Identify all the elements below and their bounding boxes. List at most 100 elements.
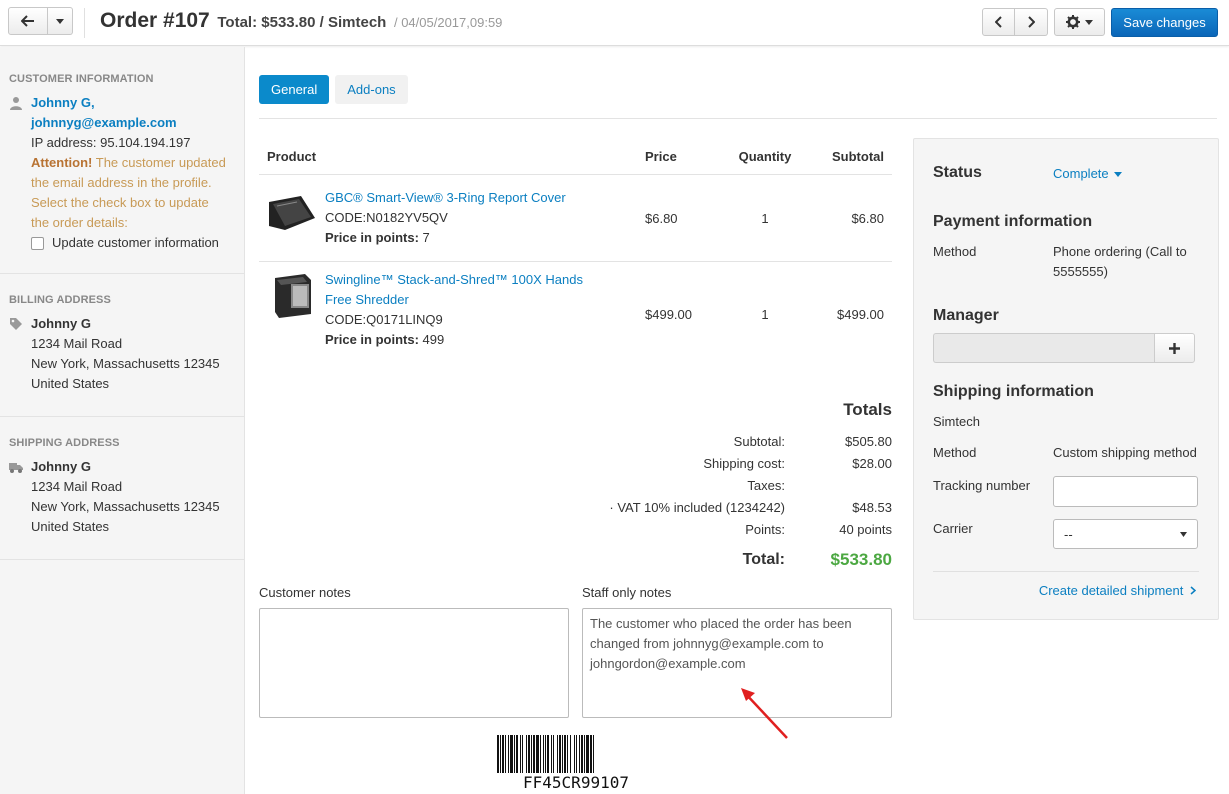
tab-divider: [259, 118, 1217, 119]
shipping-info-heading: Shipping information: [933, 383, 1094, 400]
tag-icon: [10, 318, 22, 330]
chevron-right-icon: [1190, 586, 1197, 595]
shipping-company: Simtech: [933, 414, 980, 429]
caret-down-icon: [1180, 531, 1187, 537]
points-label: Price in points:: [325, 230, 419, 245]
section-heading: Shipping address: [9, 437, 120, 449]
billing-name: Johnny G: [31, 316, 91, 331]
table-header: Product Price Quantity Subtotal: [259, 138, 892, 175]
table-row: Swingline™ Stack-and-Shred™ 100X Hands F…: [259, 262, 892, 368]
section-heading: Customer information: [9, 73, 154, 85]
customer-notes-label: Customer notes: [259, 585, 351, 600]
carrier-label: Carrier: [933, 521, 973, 536]
vat-value: $48.53: [852, 499, 892, 515]
add-manager-button[interactable]: [1154, 333, 1195, 363]
product-points: 499: [422, 332, 445, 347]
payment-method-value: Phone ordering (Call to 5555555): [1053, 244, 1187, 279]
back-dropdown-button[interactable]: [48, 7, 73, 35]
caret-down-icon: [1114, 172, 1123, 178]
back-button-group: [8, 7, 73, 35]
product-name-link-cont[interactable]: Free Shredder: [325, 292, 409, 307]
header-divider: [84, 8, 85, 38]
save-changes-button[interactable]: Save changes: [1111, 8, 1218, 37]
totals-row: Points: 40 points: [580, 518, 892, 540]
tab-add-ons[interactable]: Add-ons: [335, 75, 408, 104]
tracking-number-input[interactable]: [1053, 476, 1198, 507]
product-code: CODE:Q0171LINQ9: [325, 312, 443, 327]
totals-row: Taxes:: [580, 474, 892, 496]
settings-dropdown-button[interactable]: [1054, 8, 1105, 36]
manager-input[interactable]: [933, 333, 1154, 363]
customer-email-link[interactable]: johnnyg@example.com: [31, 115, 177, 130]
shipping-method-value: Custom shipping method: [1053, 445, 1197, 460]
product-image-shredder[interactable]: [267, 270, 317, 320]
tracking-number-label: Tracking number: [933, 478, 1031, 493]
subtotal-label: Subtotal:: [733, 433, 785, 449]
table-row: GBC® Smart-View® 3-Ring Report Cover COD…: [259, 175, 892, 262]
shipping-method-label: Method: [933, 445, 977, 460]
update-customer-label[interactable]: Update customer information: [52, 233, 219, 253]
plus-icon: [1169, 342, 1180, 354]
staff-notes-label: Staff only notes: [582, 585, 672, 600]
ip-address: IP address: 95.104.194.197: [31, 135, 191, 150]
order-details-panel: Status Complete Payment information Meth…: [913, 138, 1219, 620]
carrier-select[interactable]: --: [1053, 519, 1198, 549]
totals-row: · VAT 10% included (1234242) $48.53: [580, 496, 892, 518]
customer-information-section: Customer information Johnny G, johnnyg@e…: [0, 47, 244, 274]
product-code: CODE:N0182YV5QV: [325, 210, 448, 225]
taxes-label: Taxes:: [747, 477, 785, 493]
tab-bar: General Add-ons: [259, 75, 408, 104]
payment-method-label: Method: [933, 244, 977, 259]
back-button[interactable]: [8, 7, 48, 35]
column-header-product: Product: [267, 148, 317, 164]
shipping-country: United States: [31, 519, 110, 534]
product-name-link[interactable]: Swingline™ Stack-and-Shred™ 100X Hands: [325, 272, 583, 287]
customer-notes-textarea[interactable]: [259, 608, 569, 718]
products-table: Product Price Quantity Subtotal GBC® Sma…: [259, 138, 892, 368]
shipping-address-section: Shipping address Johnny G 1234 Mail Road…: [0, 417, 244, 560]
billing-street: 1234 Mail Road: [31, 336, 123, 351]
caret-down-icon: [56, 18, 64, 24]
product-subtotal: $499.00: [837, 307, 884, 322]
attention-label: Attention!: [31, 155, 93, 170]
page-title: Order #107 Total: $533.80 / Simtech / 04…: [100, 9, 502, 33]
totals-section: Totals Subtotal: $505.80 Shipping cost: …: [580, 400, 892, 570]
billing-city: New York, Massachusetts 12345: [31, 356, 220, 371]
product-image-report-cover[interactable]: [267, 188, 317, 238]
grand-total-label: Total:: [742, 551, 785, 568]
product-price: $499.00: [645, 307, 692, 322]
status-value[interactable]: Complete: [1053, 166, 1109, 181]
barcode-image: [497, 735, 594, 773]
billing-country: United States: [31, 376, 110, 391]
grand-total-row: Total: $533.80: [580, 550, 892, 570]
totals-row: Subtotal: $505.80: [580, 430, 892, 452]
caret-down-icon: [1085, 19, 1093, 25]
shipping-name: Johnny G: [31, 459, 91, 474]
update-customer-checkbox[interactable]: [31, 236, 44, 250]
status-dropdown[interactable]: Complete: [1053, 164, 1123, 184]
shipping-cost-value: $28.00: [852, 455, 892, 471]
chevron-left-icon: [994, 16, 1002, 28]
prev-order-button[interactable]: [982, 8, 1015, 36]
customer-name-link[interactable]: Johnny G,: [31, 95, 95, 110]
shipping-street: 1234 Mail Road: [31, 479, 123, 494]
payment-heading: Payment information: [933, 213, 1093, 230]
panel-divider: [933, 571, 1199, 572]
order-navigation: [982, 8, 1048, 36]
annotation-arrow-icon: [741, 688, 788, 739]
order-number: Order #107: [100, 9, 210, 32]
create-shipment-link[interactable]: Create detailed shipment: [1039, 583, 1197, 598]
totals-heading: Totals: [843, 400, 892, 419]
product-name-link[interactable]: GBC® Smart-View® 3-Ring Report Cover: [325, 190, 566, 205]
product-price: $6.80: [645, 210, 678, 226]
user-icon: [10, 97, 22, 110]
points-total-label: Points:: [745, 521, 785, 537]
chevron-right-icon: [1028, 16, 1035, 28]
points-total-value: 40 points: [839, 521, 892, 537]
tab-general[interactable]: General: [259, 75, 330, 104]
status-heading: Status: [933, 164, 982, 181]
points-label: Price in points:: [325, 332, 419, 347]
next-order-button[interactable]: [1015, 8, 1048, 36]
truck-icon: [9, 463, 23, 473]
subtotal-value: $505.80: [845, 433, 892, 449]
